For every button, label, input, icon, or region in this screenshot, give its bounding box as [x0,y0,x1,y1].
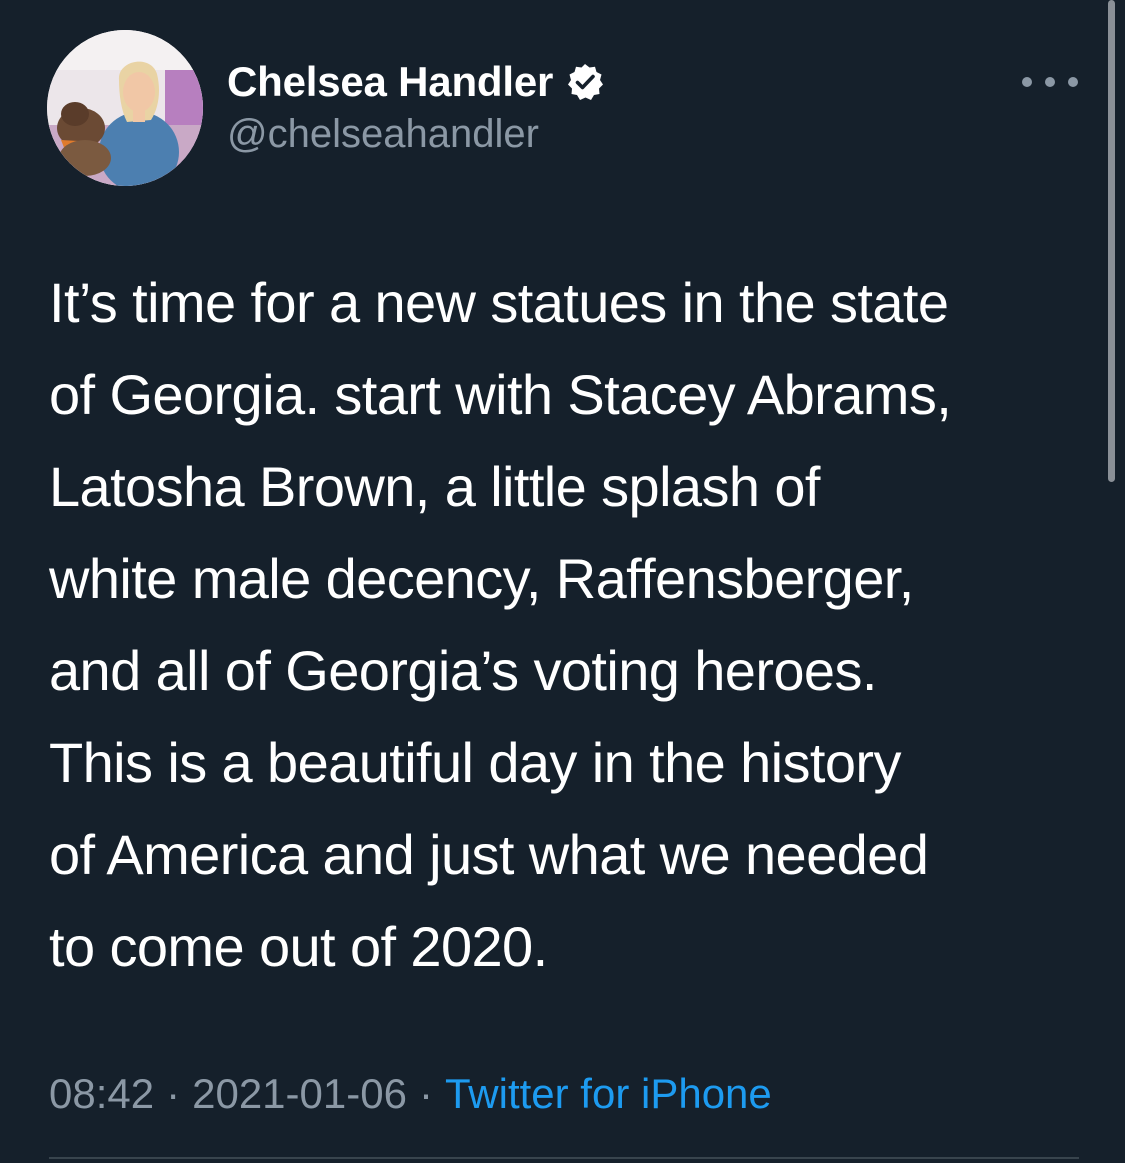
author-name-row[interactable]: Chelsea Handler [227,56,605,108]
verified-badge-icon [565,62,605,102]
scrollbar-thumb[interactable] [1108,0,1115,482]
more-options-button[interactable] [1022,64,1078,100]
metadata-separator: · [418,1070,433,1117]
avatar[interactable] [47,30,203,186]
author-handle[interactable]: @chelseahandler [227,112,539,157]
tweet-detail: Chelsea Handler @chelseahandler It’s tim… [0,0,1125,1163]
tweet-time[interactable]: 08:42 [49,1070,154,1117]
tweet-text-line: It’s time for a new statues in the state [49,271,949,334]
divider [49,1157,1079,1159]
more-horizontal-icon [1045,77,1055,87]
tweet-text-line: This is a beautiful day in the history [49,731,901,794]
tweet-text-line: of Georgia. start with Stacey Abrams, [49,363,952,426]
tweet-date[interactable]: 2021-01-06 [192,1070,407,1117]
tweet-text: It’s time for a new statues in the state… [49,257,1109,993]
tweet-source-link[interactable]: Twitter for iPhone [445,1070,772,1117]
tweet-text-line: and all of Georgia’s voting heroes. [49,639,877,702]
more-horizontal-icon [1068,77,1078,87]
tweet-metadata: 08:42 · 2021-01-06 · Twitter for iPhone [49,1066,772,1122]
tweet-text-line: to come out of 2020. [49,915,548,978]
avatar-photo [47,30,203,186]
metadata-separator: · [166,1070,181,1117]
more-horizontal-icon [1022,77,1032,87]
tweet-text-line: white male decency, Raffensberger, [49,547,914,610]
author-display-name[interactable]: Chelsea Handler [227,58,553,106]
tweet-text-line: Latosha Brown, a little splash of [49,455,820,518]
tweet-text-line: of America and just what we needed [49,823,929,886]
